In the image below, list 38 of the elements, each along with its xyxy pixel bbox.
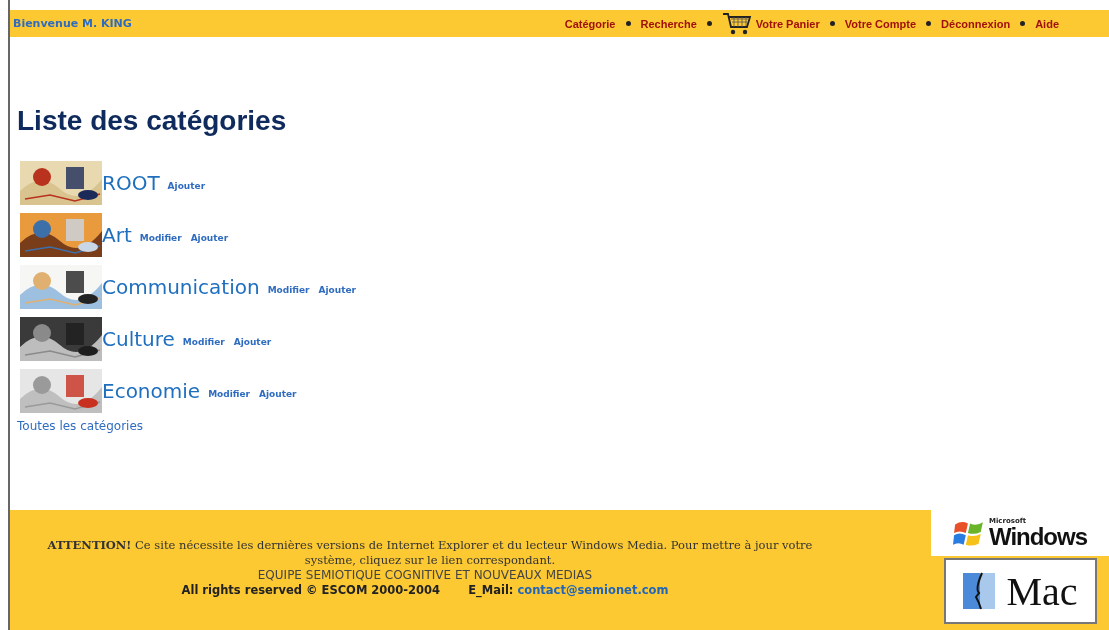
nav-link[interactable]: Déconnexion — [941, 17, 1011, 30]
email-label: E_Mail: — [468, 583, 514, 597]
windows-text: Windows — [988, 524, 1088, 549]
separator-dot — [829, 21, 835, 26]
action-link[interactable]: Modifier — [139, 233, 182, 243]
welcome-text: Bienvenue M. KING — [13, 17, 132, 30]
category-link[interactable]: Economie — [102, 379, 201, 403]
action-link[interactable]: Ajouter — [233, 337, 272, 347]
nav-link[interactable]: Aide — [1035, 17, 1059, 30]
category-link[interactable]: Communication — [102, 275, 260, 299]
action-link[interactable]: Modifier — [182, 337, 225, 347]
action-link[interactable]: Modifier — [208, 389, 250, 399]
finder-face-icon — [962, 571, 997, 611]
mac-badge[interactable]: Mac — [943, 558, 1097, 624]
action-link[interactable]: Ajouter — [259, 389, 297, 399]
separator-dot — [926, 21, 932, 26]
category-link[interactable]: Culture — [102, 327, 175, 351]
notice-text: ATTENTION! Ce site nécessite les dernières versions de Internet Explorer et du lecteur Windows Media. Pour mettre à jour votre système, cliquez sur le lien correspondant. — [46, 538, 814, 568]
category-link[interactable]: Art — [102, 223, 132, 247]
category-link[interactable]: ROOT — [102, 171, 160, 195]
nav-link[interactable]: Recherche — [640, 17, 697, 30]
action-link[interactable]: Ajouter — [318, 285, 357, 295]
action-link[interactable]: Modifier — [267, 285, 310, 295]
nav-link[interactable]: Votre Compte — [844, 17, 917, 30]
email-link[interactable]: contact@semionet.com — [517, 583, 669, 597]
separator-dot — [706, 21, 712, 26]
nav-link[interactable]: Catégorie — [564, 17, 616, 30]
separator-dot — [625, 21, 631, 26]
separator-dot — [1020, 21, 1026, 26]
all-categories-link[interactable]: Toutes les catégories — [17, 419, 1109, 433]
cart-icon[interactable] — [721, 11, 752, 36]
action-link[interactable]: Ajouter — [167, 181, 206, 191]
action-link[interactable]: Ajouter — [190, 233, 229, 243]
nav-link[interactable]: Votre Panier — [755, 17, 820, 30]
copyright-text: All rights reserved © ESCOM 2000-2004 — [181, 583, 441, 597]
mac-text: Mac — [1006, 567, 1078, 615]
team-text: EQUIPE SEMIOTIQUE COGNITIVE ET NOUVEAUX MEDIAS — [256, 568, 594, 583]
page-title: Liste des catégories — [17, 105, 288, 137]
